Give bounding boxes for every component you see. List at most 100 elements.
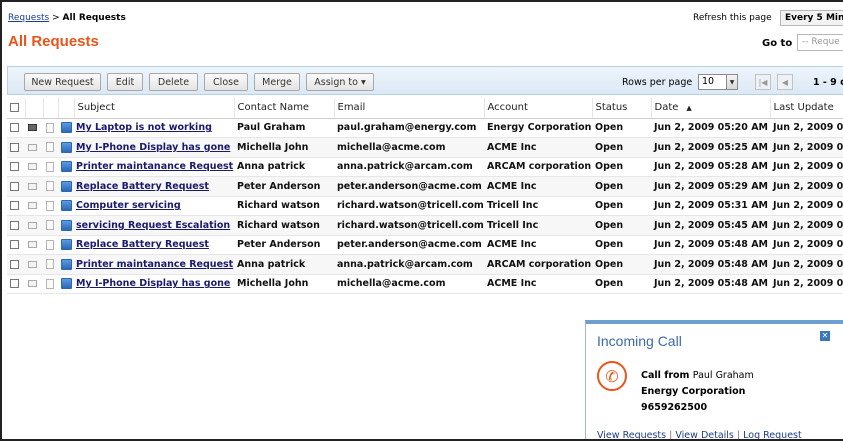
mail-icon-cell[interactable] <box>25 118 43 138</box>
note-icon-cell[interactable] <box>43 196 58 216</box>
note-icon-cell[interactable] <box>43 176 58 197</box>
note-icon[interactable] <box>46 259 54 270</box>
column-header-last-update[interactable]: Last Update <box>770 98 843 119</box>
close-icon[interactable]: ✕ <box>820 331 830 341</box>
table-row[interactable]: Replace Battery Request Peter Anderson pet… <box>7 176 843 197</box>
select-all-checkbox[interactable] <box>10 102 19 112</box>
edit-icon[interactable] <box>61 219 72 231</box>
row-checkbox-cell[interactable] <box>7 274 25 294</box>
row-checkbox-cell[interactable] <box>7 254 25 275</box>
cell-subject[interactable]: Printer maintanance Request <box>74 157 234 177</box>
row-checkbox[interactable] <box>10 279 19 289</box>
cell-subject[interactable]: Replace Battery Request <box>74 176 234 197</box>
cell-subject[interactable]: Computer servicing <box>74 196 234 216</box>
row-checkbox[interactable] <box>10 201 19 211</box>
mail-icon[interactable] <box>28 143 37 151</box>
row-checkbox-cell[interactable] <box>7 157 25 177</box>
mail-icon-cell[interactable] <box>25 196 43 216</box>
edit-icon-cell[interactable] <box>58 137 74 158</box>
first-page-icon[interactable]: |◀ <box>755 74 771 90</box>
select-all-checkbox-cell[interactable] <box>7 98 26 119</box>
row-checkbox[interactable] <box>10 123 19 133</box>
row-checkbox-cell[interactable] <box>7 196 25 216</box>
table-row[interactable]: My Laptop is not working Paul Graham paul.… <box>7 118 843 138</box>
row-checkbox-cell[interactable] <box>7 137 25 158</box>
mail-icon[interactable] <box>28 124 37 132</box>
mail-icon-cell[interactable] <box>25 274 43 294</box>
mail-icon-cell[interactable] <box>25 176 43 197</box>
note-icon-cell[interactable] <box>43 157 58 177</box>
cell-subject[interactable]: servicing Request Escalation <box>74 215 234 236</box>
row-checkbox[interactable] <box>10 220 19 230</box>
column-header-account[interactable]: Account <box>484 98 593 119</box>
assign-to-button[interactable]: Assign to ▾ <box>306 73 374 91</box>
note-icon-cell[interactable] <box>43 274 58 294</box>
table-row[interactable]: servicing Request Escalation Richard wats… <box>7 215 843 236</box>
mail-icon-cell[interactable] <box>25 254 43 275</box>
edit-icon-cell[interactable] <box>58 215 74 236</box>
rows-per-page-select[interactable]: 10 ▼ <box>698 74 738 90</box>
note-icon[interactable] <box>46 122 54 133</box>
row-checkbox[interactable] <box>10 181 19 191</box>
table-row[interactable]: Printer maintanance Request Anna patrick a… <box>7 254 843 275</box>
breadcrumb-requests-link[interactable]: Requests <box>8 13 49 23</box>
row-checkbox[interactable] <box>10 162 19 172</box>
column-header-subject[interactable]: Subject <box>74 98 235 119</box>
note-icon[interactable] <box>46 239 54 250</box>
edit-icon-cell[interactable] <box>58 274 74 294</box>
row-checkbox-cell[interactable] <box>7 118 25 138</box>
row-checkbox[interactable] <box>10 142 19 152</box>
note-icon-cell[interactable] <box>43 118 58 138</box>
edit-icon[interactable] <box>61 258 72 270</box>
row-checkbox[interactable] <box>10 240 19 250</box>
edit-button[interactable]: Edit <box>107 73 143 91</box>
note-icon[interactable] <box>46 200 54 211</box>
edit-icon[interactable] <box>61 122 72 134</box>
mail-icon-cell[interactable] <box>25 137 43 158</box>
table-row[interactable]: My I-Phone Display has gone Michella John… <box>7 137 843 158</box>
mail-icon-cell[interactable] <box>25 215 43 236</box>
edit-icon-cell[interactable] <box>58 157 74 177</box>
table-row[interactable]: Printer maintanance Request Anna patrick a… <box>7 157 843 177</box>
view-requests-link[interactable]: View Requests <box>597 430 666 439</box>
edit-icon-cell[interactable] <box>58 196 74 216</box>
prev-page-icon[interactable]: ◀ <box>777 74 793 90</box>
log-request-link[interactable]: Log Request <box>743 430 802 439</box>
new-request-button[interactable]: New Request <box>24 73 101 91</box>
edit-icon-cell[interactable] <box>58 235 74 255</box>
mail-icon-cell[interactable] <box>25 235 43 255</box>
edit-icon-cell[interactable] <box>58 254 74 275</box>
note-icon-cell[interactable] <box>43 235 58 255</box>
note-icon-cell[interactable] <box>43 215 58 236</box>
row-checkbox-cell[interactable] <box>7 176 25 197</box>
mail-icon[interactable] <box>28 202 37 210</box>
mail-icon[interactable] <box>28 182 37 190</box>
cell-subject[interactable]: My I-Phone Display has gone <box>74 137 234 158</box>
mail-icon[interactable] <box>28 163 37 171</box>
row-checkbox-cell[interactable] <box>7 235 25 255</box>
edit-icon[interactable] <box>61 200 72 212</box>
mail-icon[interactable] <box>28 221 37 229</box>
note-icon[interactable] <box>46 181 54 192</box>
table-row[interactable]: Replace Battery Request Peter Anderson pet… <box>7 235 843 255</box>
note-icon[interactable] <box>46 142 54 153</box>
note-icon-cell[interactable] <box>43 137 58 158</box>
close-button[interactable]: Close <box>204 73 248 91</box>
mail-icon-cell[interactable] <box>25 157 43 177</box>
cell-subject[interactable]: Printer maintanance Request <box>74 254 234 275</box>
column-header-email[interactable]: Email <box>334 98 485 119</box>
edit-icon-cell[interactable] <box>58 118 74 138</box>
mail-icon[interactable] <box>28 241 37 249</box>
row-checkbox-cell[interactable] <box>7 215 25 236</box>
note-icon[interactable] <box>46 161 54 172</box>
edit-icon[interactable] <box>61 141 72 153</box>
refresh-interval-select[interactable]: Every 5 Minu <box>780 10 843 26</box>
edit-icon[interactable] <box>61 278 72 290</box>
mail-icon[interactable] <box>28 280 37 288</box>
table-row[interactable]: My I-Phone Display has gone Michella John… <box>7 274 843 294</box>
cell-subject[interactable]: My I-Phone Display has gone <box>74 274 234 294</box>
column-header-status[interactable]: Status <box>592 98 652 119</box>
table-row[interactable]: Computer servicing Richard watson richard.… <box>7 196 843 216</box>
goto-request-input[interactable]: -- Reque <box>797 34 843 51</box>
edit-icon-cell[interactable] <box>58 176 74 197</box>
